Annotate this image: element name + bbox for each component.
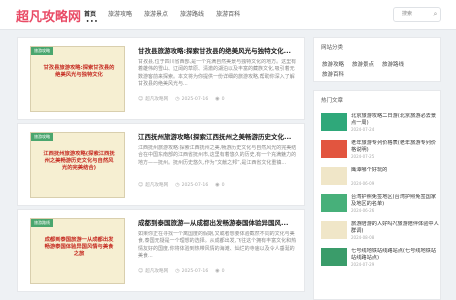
hot-article-thumb[interactable] [321, 167, 347, 185]
clock-icon: ◷ [175, 182, 180, 188]
user-icon: ☺ [138, 182, 144, 188]
author-name: 超凡攻略网 [145, 183, 169, 188]
nav-item-home[interactable]: 首页 ••• [84, 0, 99, 30]
hot-article-thumb[interactable] [321, 113, 347, 131]
category-badge: 旅游攻略 [31, 47, 53, 55]
post-excerpt: 甘孜县,位于四川省西部,是一个充满自然美景与独特文化的地方。这里有着雄伟的雪山、… [138, 59, 297, 88]
hot-article-item[interactable]: 七号线地铁站线路站点(七号线地铁站站线路站点) 2024-07-29 [321, 248, 439, 270]
hot-article-title[interactable]: 鹰潭哪个好玩的 [351, 167, 439, 180]
category-link[interactable]: 旅游百科 [322, 70, 344, 78]
post-thumbnail[interactable]: 旅游攻略 江西抚州旅游攻略(探索江西抚州之美畅游历史文化与自然风光的完美结合) [30, 132, 125, 198]
hot-article-title[interactable]: 七号线地铁站线路站点(七号线地铁站站线路站点) [351, 248, 439, 261]
post-card[interactable]: 旅游攻略 甘孜县旅游攻略:探索甘孜县的绝美风光与独特文化 甘孜县旅游攻略:探索甘… [17, 37, 305, 120]
thumbnail-text: 成都到泰国旅游一从成都出发畅游泰国体验异国风情与美食之旅 [44, 237, 114, 258]
post-thumbnail[interactable]: 旅游攻略 甘孜县旅游攻略:探索甘孜县的绝美风光与独特文化 [30, 46, 125, 112]
post-meta: ☺ 超凡攻略网 ◷ 2025-07-16 ◉ 0 [138, 96, 303, 102]
post-date: 2025-07-16 [181, 268, 209, 274]
post-date: 2025-07-16 [181, 182, 209, 188]
hot-article-title[interactable]: 北京旅游攻略二日游(北京旅游必去景点一周) [351, 113, 439, 126]
site-logo[interactable]: 超凡攻略网 [16, 6, 81, 25]
view-count: 0 [221, 182, 225, 188]
view-count: 0 [221, 96, 225, 102]
hot-article-item[interactable]: 老年旅游专列价格表(老年旅游专列价格说明) 2024-07-25 [321, 140, 439, 162]
eye-icon: ◉ [215, 182, 220, 188]
clock-icon: ◷ [175, 268, 180, 274]
post-excerpt: 江西抚州旅游攻略:探索江西抚州之美,畅游历史文化与自然风光的完美结合在中国东南部… [138, 145, 297, 166]
nav-item-attractions[interactable]: 旅游景点 [144, 0, 168, 30]
hot-article-date: 2024-06-26 [351, 208, 375, 213]
meta-date: ◷ 2025-07-16 [175, 268, 208, 274]
post-title[interactable]: 江西抚州旅游攻略(探索江西抚州之美畅游历史文化... [138, 131, 298, 141]
category-row: 旅游攻略 旅游景点 旅游路线 [322, 60, 412, 68]
meta-date: ◷ 2025-07-16 [175, 96, 208, 102]
hot-article-date: 2024-07-24 [351, 127, 375, 132]
category-link[interactable]: 旅游攻略 [322, 60, 344, 68]
user-icon: ☺ [138, 96, 144, 102]
meta-views: ◉ 0 [215, 268, 224, 274]
author-name: 超凡攻略网 [145, 97, 169, 102]
meta-author: ☺ 超凡攻略网 [138, 182, 168, 188]
nav-item-label: 首页 [84, 11, 97, 18]
hot-articles-widget: 热门文章 北京旅游攻略二日游(北京旅游必去景点一周) 2024-07-24 老年… [313, 90, 441, 300]
sidebar: 网站分类 旅游攻略 旅游景点 旅游路线 旅游百科 热门文章 北京旅游攻略二日游(… [313, 37, 441, 300]
author-name: 超凡攻略网 [145, 269, 169, 274]
thumbnail-text: 江西抚州旅游攻略(探索江西抚州之美畅游历史文化与自然风光的完美结合) [43, 151, 115, 172]
post-title[interactable]: 甘孜县旅游攻略:探索甘孜县的绝美风光与独特文化... [138, 45, 298, 55]
category-row: 旅游百科 [322, 70, 352, 78]
hot-article-date: 2024-08-08 [351, 235, 375, 240]
hot-article-date: 2024-07-25 [351, 154, 375, 159]
category-link[interactable]: 旅游景点 [352, 60, 374, 68]
user-icon: ☺ [138, 268, 144, 274]
hot-article-thumb[interactable] [321, 221, 347, 239]
hot-article-title[interactable]: 台湾护照免签地区(台湾护照免签国家及地区的名单) [351, 194, 439, 207]
post-card[interactable]: 旅游路线 成都到泰国旅游一从成都出发畅游泰国体验异国风情与美食之旅 成都到泰国旅… [17, 209, 305, 292]
hot-article-title[interactable]: 旅游陪游的人好吗?(旅游陪伴体验中人群调) [351, 221, 439, 234]
meta-views: ◉ 0 [215, 182, 224, 188]
main-nav: 首页 ••• 旅游攻略 旅游景点 旅游路线 旅游百科 [84, 0, 252, 30]
category-link[interactable]: 旅游路线 [382, 60, 404, 68]
hot-article-item[interactable]: 北京旅游攻略二日游(北京旅游必去景点一周) 2024-07-24 [321, 113, 439, 135]
clock-icon: ◷ [175, 96, 180, 102]
site-header: 超凡攻略网 首页 ••• 旅游攻略 旅游景点 旅游路线 旅游百科 搜索 ⌕ [0, 0, 456, 30]
hot-article-date: 2024-06-09 [351, 181, 375, 186]
eye-icon: ◉ [215, 268, 220, 274]
post-title[interactable]: 成都到泰国旅游—从成都出发畅游泰国体验异国风... [138, 217, 298, 227]
hot-article-thumb[interactable] [321, 194, 347, 212]
hot-article-date: 2024-07-29 [351, 262, 375, 267]
post-excerpt: 如果你正在寻找一个离国度的假期,又或者想要体验截然不同的文化与美食,泰国无疑是一… [138, 231, 297, 260]
category-badge: 旅游路线 [31, 219, 53, 227]
hot-article-thumb[interactable] [321, 140, 347, 158]
hot-article-item[interactable]: 台湾护照免签地区(台湾护照免签国家及地区的名单) 2024-06-26 [321, 194, 439, 216]
search-icon[interactable]: ⌕ [431, 8, 440, 21]
nav-active-dots: ••• [86, 19, 99, 25]
categories-widget: 网站分类 旅游攻略 旅游景点 旅游路线 旅游百科 [313, 37, 441, 82]
view-count: 0 [221, 268, 225, 274]
post-thumbnail[interactable]: 旅游路线 成都到泰国旅游一从成都出发畅游泰国体验异国风情与美食之旅 [30, 218, 125, 284]
category-badge: 旅游攻略 [31, 133, 53, 141]
nav-item-encyclopedia[interactable]: 旅游百科 [216, 0, 240, 30]
thumbnail-text: 甘孜县旅游攻略:探索甘孜县的绝美风光与独特文化 [43, 65, 115, 79]
post-meta: ☺ 超凡攻略网 ◷ 2025-07-16 ◉ 0 [138, 268, 303, 274]
eye-icon: ◉ [215, 96, 220, 102]
meta-author: ☺ 超凡攻略网 [138, 268, 168, 274]
meta-views: ◉ 0 [215, 96, 224, 102]
widget-title: 网站分类 [321, 45, 344, 51]
nav-item-routes[interactable]: 旅游路线 [180, 0, 204, 30]
post-card[interactable]: 旅游攻略 江西抚州旅游攻略(探索江西抚州之美畅游历史文化与自然风光的完美结合) … [17, 123, 305, 206]
hot-article-item[interactable]: 旅游陪游的人好吗?(旅游陪伴体验中人群调) 2024-08-08 [321, 221, 439, 243]
hot-article-title[interactable]: 老年旅游专列价格表(老年旅游专列价格说明) [351, 140, 439, 153]
meta-date: ◷ 2025-07-16 [175, 182, 208, 188]
post-list: 旅游攻略 甘孜县旅游攻略:探索甘孜县的绝美风光与独特文化 甘孜县旅游攻略:探索甘… [17, 37, 305, 295]
hot-article-item[interactable]: 鹰潭哪个好玩的 2024-06-09 [321, 167, 439, 189]
nav-item-strategy[interactable]: 旅游攻略 [108, 0, 132, 30]
post-date: 2025-07-16 [181, 96, 209, 102]
meta-author: ☺ 超凡攻略网 [138, 96, 168, 102]
widget-title: 热门文章 [321, 98, 344, 104]
post-meta: ☺ 超凡攻略网 ◷ 2025-07-16 ◉ 0 [138, 182, 303, 188]
hot-article-thumb[interactable] [321, 248, 347, 266]
